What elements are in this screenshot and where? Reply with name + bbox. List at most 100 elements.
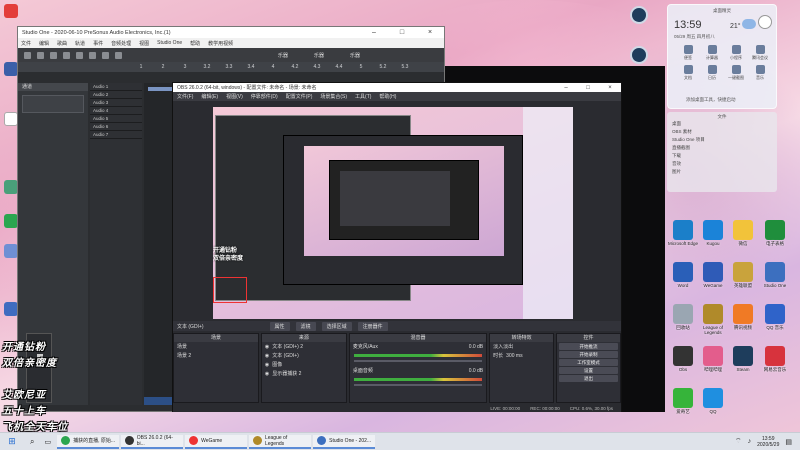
desktop-icon[interactable]: 腾讯视频	[728, 304, 758, 330]
paint-tool-icon[interactable]	[76, 51, 83, 59]
maximize-button[interactable]: □	[577, 85, 599, 91]
eye-icon[interactable]: ◉	[265, 344, 269, 350]
menu-item[interactable]: 文件(F)	[177, 93, 193, 100]
eye-icon[interactable]: ◉	[265, 353, 269, 359]
menu-item[interactable]: 视图(V)	[226, 93, 243, 100]
source-item[interactable]: ◉ 文本 (GDI+) 2	[262, 342, 346, 351]
desktop-app-icon[interactable]	[4, 62, 18, 76]
inspector-controls[interactable]	[22, 95, 84, 113]
range-tool-icon[interactable]	[37, 51, 44, 59]
files-panel[interactable]: 文件 桌面 OBS 素材 Studio One 项目 直播截图 下载 音效 图片	[667, 112, 777, 192]
taskbar-app[interactable]: OBS 26.0.2 (64-bi...	[121, 434, 184, 449]
desktop-icon[interactable]: Microsoft Edge	[668, 220, 698, 246]
search-button[interactable]: ⌕	[26, 435, 38, 449]
duration-value[interactable]: 300 ms	[506, 353, 522, 359]
eye-icon[interactable]: ◉	[265, 371, 269, 377]
desktop-icon[interactable]: 英雄联盟	[728, 262, 758, 288]
track-row[interactable]: Audio 3	[90, 99, 142, 107]
properties-button[interactable]: 属性	[269, 321, 290, 331]
taskbar-clock[interactable]: 13:59 2020/5/29	[757, 436, 779, 448]
start-streaming-button[interactable]: 开始推流	[559, 343, 618, 350]
widget-shortcut[interactable]: 腾讯会议	[748, 45, 772, 61]
taskbar-app[interactable]: League of Legends	[249, 434, 312, 449]
eraser-tool-icon[interactable]	[63, 51, 70, 59]
transition-select[interactable]: 淡入淡出	[490, 342, 553, 351]
volume-icon[interactable]: ♪	[748, 438, 752, 445]
desktop-app-icon[interactable]	[4, 112, 18, 126]
mascot-icon[interactable]	[758, 15, 772, 29]
minimize-button[interactable]: –	[555, 85, 577, 91]
network-icon[interactable]: ⌔	[735, 437, 742, 446]
maximize-button[interactable]: □	[388, 29, 416, 36]
track-row[interactable]: Audio 7	[90, 131, 142, 139]
studio-mode-button[interactable]: 工作室模式	[559, 359, 618, 366]
track-list[interactable]: Audio 1 Audio 2 Audio 3 Audio 4 Audio 5 …	[90, 83, 142, 405]
menu-item[interactable]: 编辑	[39, 40, 49, 47]
menu-item[interactable]: 停靠部件(D)	[251, 93, 278, 100]
register-device-button[interactable]: 注册器件	[357, 321, 388, 331]
file-item[interactable]: 直播截图	[667, 144, 777, 152]
notification-icon[interactable]: ▤	[785, 438, 792, 446]
steam-icon[interactable]	[630, 6, 648, 24]
desktop-icon[interactable]: 电子表格	[760, 220, 790, 246]
start-recording-button[interactable]: 开始录制	[559, 351, 618, 358]
select-region-button[interactable]: 选择区域	[321, 321, 352, 331]
desktop-icon[interactable]: WeGame	[698, 262, 728, 288]
widget-hint[interactable]: 添加桌面工具，快捷启动	[686, 97, 736, 103]
desktop-icon[interactable]: Steam	[728, 346, 758, 372]
minimize-button[interactable]: –	[360, 29, 388, 36]
source-item[interactable]: ◉ 文本 (GDI+)	[262, 351, 346, 360]
split-tool-icon[interactable]	[50, 51, 57, 59]
widget-shortcut[interactable]: 计算器	[700, 45, 724, 61]
menu-item[interactable]: 配置文件(P)	[286, 93, 313, 100]
filters-button[interactable]: 滤镜	[295, 321, 316, 331]
listen-tool-icon[interactable]	[115, 51, 122, 59]
menu-item[interactable]: 教学用视频	[208, 40, 233, 47]
taskbar-app[interactable]: 捕获的直播, 原始...	[57, 434, 120, 449]
volume-slider[interactable]	[353, 384, 483, 386]
desktop-icon[interactable]: 爱奇艺	[668, 388, 698, 414]
widget-shortcut[interactable]: 音乐	[748, 65, 772, 81]
mute-tool-icon[interactable]	[89, 51, 96, 59]
toolbar-label[interactable]: 乐器	[350, 52, 360, 59]
track-row[interactable]: Audio 6	[90, 123, 142, 131]
desktop-icon[interactable]: Studio One	[760, 262, 790, 288]
desktop-icon[interactable]: 微信	[728, 220, 758, 246]
menu-item[interactable]: 轨道	[75, 40, 85, 47]
file-item[interactable]: 桌面	[667, 120, 777, 128]
widget-shortcut[interactable]: 一键截图	[724, 65, 748, 81]
close-button[interactable]: ×	[599, 85, 621, 91]
controls-dock[interactable]: 控件 开始推流 开始录制 工作室模式 设置 退出	[556, 333, 621, 403]
volume-slider[interactable]	[353, 360, 483, 362]
exit-button[interactable]: 退出	[559, 375, 618, 382]
file-item[interactable]: 图片	[667, 168, 777, 176]
start-button[interactable]: ⊞	[0, 435, 24, 449]
taskbar-app[interactable]: WeGame	[185, 434, 248, 449]
desktop-icon[interactable]: 网易云音乐	[760, 346, 790, 372]
toolbar-label[interactable]: 乐器	[278, 52, 288, 59]
desktop-icon[interactable]: Obs	[668, 346, 698, 372]
obs-preview[interactable]: 开通钻粉 双倍亲密度	[213, 107, 573, 319]
obs-window[interactable]: OBS 26.0.2 (64-bit, windows) - 配置文件: 未命名…	[172, 82, 622, 412]
menu-item[interactable]: Studio One	[157, 40, 182, 46]
file-item[interactable]: 音效	[667, 160, 777, 168]
widget-shortcut[interactable]: 文档	[676, 65, 700, 81]
scene-item[interactable]: 场景	[174, 342, 258, 351]
scene-item[interactable]: 场景 2	[174, 351, 258, 360]
menu-item[interactable]: 视图	[139, 40, 149, 47]
menu-item[interactable]: 编辑(E)	[201, 93, 218, 100]
arrow-tool-icon[interactable]	[24, 51, 31, 59]
menu-item[interactable]: 歌曲	[57, 40, 67, 47]
settings-button[interactable]: 设置	[559, 367, 618, 374]
track-row[interactable]: Audio 2	[90, 91, 142, 99]
file-item[interactable]: 下载	[667, 152, 777, 160]
mixer-dock[interactable]: 混音器 麦克风/Aux 0.0 dB 桌面音频 0.0 dB	[348, 333, 488, 403]
steam-icon[interactable]	[630, 46, 648, 64]
desktop-icon[interactable]: 回收站	[668, 304, 698, 330]
toolbar-label[interactable]: 乐器	[314, 52, 324, 59]
desktop-icon[interactable]: QQ	[698, 388, 728, 414]
transitions-dock[interactable]: 转场特效 淡入淡出 时长 300 ms	[489, 333, 555, 403]
menu-item[interactable]: 音频处理	[111, 40, 131, 47]
file-item[interactable]: OBS 素材	[667, 128, 777, 136]
menu-item[interactable]: 事件	[93, 40, 103, 47]
